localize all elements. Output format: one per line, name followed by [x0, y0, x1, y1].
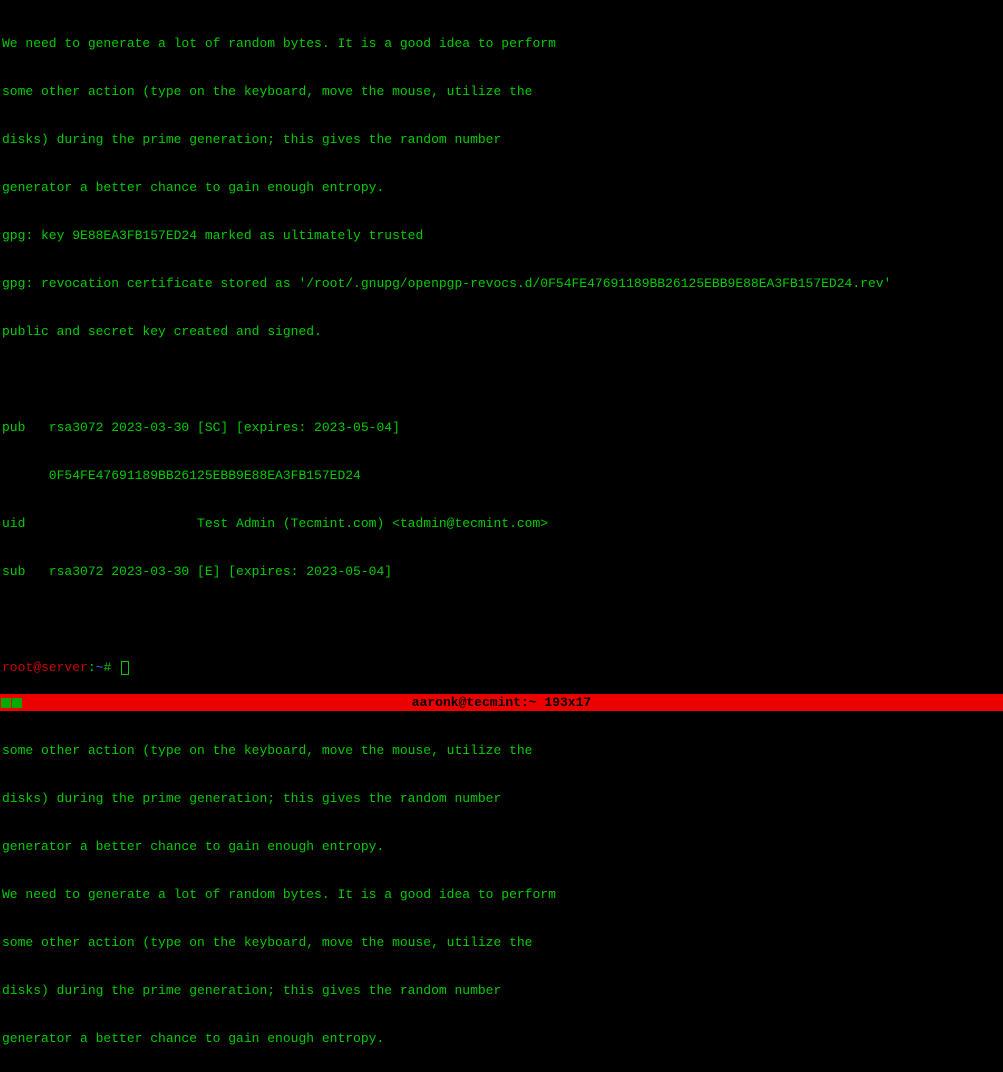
prompt-line[interactable]: root@server:~#	[2, 660, 1001, 676]
prompt-hash: #	[103, 660, 111, 675]
terminal-pane-bottom[interactable]: some other action (type on the keyboard,…	[0, 711, 1003, 1072]
prompt-path: ~	[96, 660, 104, 675]
output-line: We need to generate a lot of random byte…	[2, 36, 1001, 52]
output-line: generator a better chance to gain enough…	[2, 180, 1001, 196]
output-line: disks) during the prime generation; this…	[2, 132, 1001, 148]
output-line: gpg: key 9E88EA3FB157ED24 marked as ulti…	[2, 228, 1001, 244]
output-line: uid Test Admin (Tecmint.com) <tadmin@tec…	[2, 516, 1001, 532]
titlebar-text: aaronk@tecmint:~ 193x17	[0, 695, 1003, 711]
prompt-userhost: root@server	[2, 660, 88, 675]
terminal-pane-top[interactable]: We need to generate a lot of random byte…	[0, 0, 1003, 694]
output-line: 0F54FE47691189BB26125EBB9E88EA3FB157ED24	[2, 468, 1001, 484]
output-line: generator a better chance to gain enough…	[2, 839, 1001, 855]
output-line: gpg: revocation certificate stored as '/…	[2, 276, 1001, 292]
output-line: pub rsa3072 2023-03-30 [SC] [expires: 20…	[2, 420, 1001, 436]
output-line: We need to generate a lot of random byte…	[2, 887, 1001, 903]
output-line: some other action (type on the keyboard,…	[2, 743, 1001, 759]
prompt-colon: :	[88, 660, 96, 675]
output-line: some other action (type on the keyboard,…	[2, 84, 1001, 100]
output-line: generator a better chance to gain enough…	[2, 1031, 1001, 1047]
output-line	[2, 612, 1001, 628]
output-line: some other action (type on the keyboard,…	[2, 935, 1001, 951]
output-line	[2, 372, 1001, 388]
output-line: disks) during the prime generation; this…	[2, 791, 1001, 807]
pane-titlebar[interactable]: aaronk@tecmint:~ 193x17	[0, 694, 1003, 711]
output-line: disks) during the prime generation; this…	[2, 983, 1001, 999]
output-line: sub rsa3072 2023-03-30 [E] [expires: 202…	[2, 564, 1001, 580]
cursor	[121, 661, 129, 675]
output-line: public and secret key created and signed…	[2, 324, 1001, 340]
